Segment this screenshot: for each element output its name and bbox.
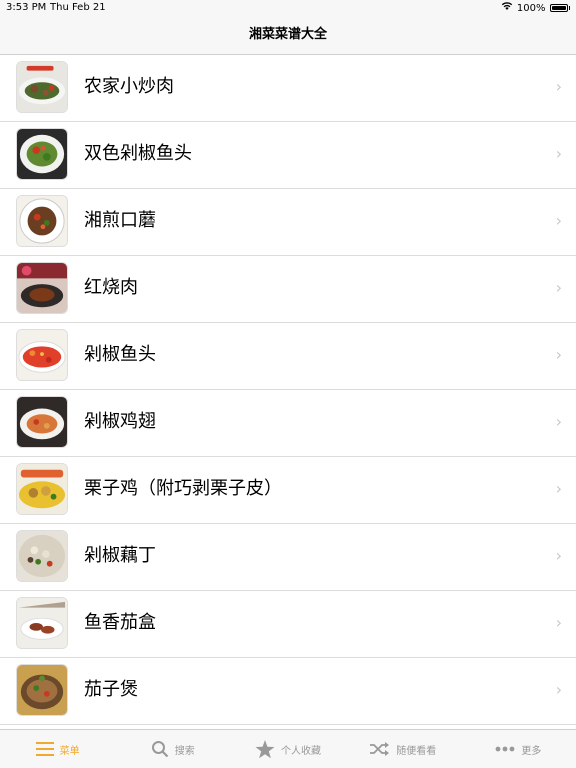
recipe-row-3[interactable]: 湘煎口蘑 › <box>0 189 576 256</box>
chevron-right-icon: › <box>555 680 562 699</box>
battery-cap <box>568 6 570 10</box>
dish-thumbnail <box>16 597 68 649</box>
tab-menu-label: 菜单 <box>59 745 80 757</box>
tab-search[interactable]: 搜索 <box>115 730 230 768</box>
recipe-row-6[interactable]: 剁椒鸡翅 › <box>0 390 576 457</box>
dish-thumbnail <box>16 128 68 180</box>
recipe-name: 剁椒鸡翅 <box>84 411 156 432</box>
battery-percent: 100% <box>516 2 546 14</box>
recipe-name: 剁椒鱼头 <box>84 344 156 365</box>
wifi-icon <box>501 2 513 14</box>
tab-favorites[interactable]: 个人收藏 <box>230 730 345 768</box>
tab-more-label: 更多 <box>521 745 542 757</box>
tab-more[interactable]: 更多 <box>461 730 576 768</box>
recipe-name: 栗子鸡（附巧剥栗子皮） <box>84 478 282 499</box>
recipe-name: 剁椒藕丁 <box>84 545 156 566</box>
chevron-right-icon: › <box>555 77 562 96</box>
dish-thumbnail <box>16 61 68 113</box>
recipe-name: 鱼香茄盒 <box>84 612 156 633</box>
chevron-right-icon: › <box>555 613 562 632</box>
chevron-right-icon: › <box>555 211 562 230</box>
battery-icon <box>549 4 568 12</box>
dish-thumbnail <box>16 664 68 716</box>
recipe-row-9[interactable]: 鱼香茄盒 › <box>0 591 576 658</box>
dish-thumbnail <box>16 463 68 515</box>
tab-random[interactable]: 随便看看 <box>346 730 461 768</box>
recipe-list[interactable]: 农家小炒肉 › 双色剁椒鱼头 › 湘煎口蘑 › 红烧肉 › 剁椒鱼头 › 剁椒鸡 <box>0 55 576 729</box>
recipe-name: 茄子煲 <box>84 679 138 700</box>
recipe-name: 双色剁椒鱼头 <box>84 143 192 164</box>
status-bar: 3:53 PM Thu Feb 21 100% <box>0 0 576 18</box>
more-icon <box>495 746 515 752</box>
recipe-name: 湘煎口蘑 <box>84 210 156 231</box>
tab-search-label: 搜索 <box>174 745 195 757</box>
recipe-name: 红烧肉 <box>84 277 138 298</box>
dish-thumbnail <box>16 195 68 247</box>
tab-bar: 菜单 搜索 个人收藏 随便看看 更多 <box>0 729 576 768</box>
recipe-row-8[interactable]: 剁椒藕丁 › <box>0 524 576 591</box>
recipe-row-5[interactable]: 剁椒鱼头 › <box>0 323 576 390</box>
dish-thumbnail <box>16 396 68 448</box>
chevron-right-icon: › <box>555 546 562 565</box>
star-icon <box>255 739 275 759</box>
tab-random-label: 随便看看 <box>396 745 437 757</box>
navigation-bar: 湘菜菜谱大全 <box>0 18 576 55</box>
page-title: 湘菜菜谱大全 <box>248 27 327 42</box>
dish-thumbnail <box>16 262 68 314</box>
recipe-row-4[interactable]: 红烧肉 › <box>0 256 576 323</box>
search-icon <box>151 740 169 758</box>
chevron-right-icon: › <box>555 412 562 431</box>
status-time: 3:53 PM <box>6 2 47 13</box>
chevron-right-icon: › <box>555 144 562 163</box>
recipe-row-7[interactable]: 栗子鸡（附巧剥栗子皮） › <box>0 457 576 524</box>
recipe-name: 农家小炒肉 <box>84 76 174 97</box>
recipe-row-2[interactable]: 双色剁椒鱼头 › <box>0 122 576 189</box>
recipe-row-1[interactable]: 农家小炒肉 › <box>0 55 576 122</box>
chevron-right-icon: › <box>555 345 562 364</box>
tab-favorites-label: 个人收藏 <box>281 745 321 757</box>
chevron-right-icon: › <box>555 479 562 498</box>
dish-thumbnail <box>16 329 68 381</box>
menu-icon <box>35 742 54 756</box>
status-date: Thu Feb 21 <box>50 2 106 13</box>
shuffle-icon <box>370 742 390 756</box>
tab-menu[interactable]: 菜单 <box>0 730 115 768</box>
chevron-right-icon: › <box>555 278 562 297</box>
status-indicators: 100% <box>501 2 570 14</box>
recipe-row-10[interactable]: 茄子煲 › <box>0 658 576 725</box>
dish-thumbnail <box>16 530 68 582</box>
